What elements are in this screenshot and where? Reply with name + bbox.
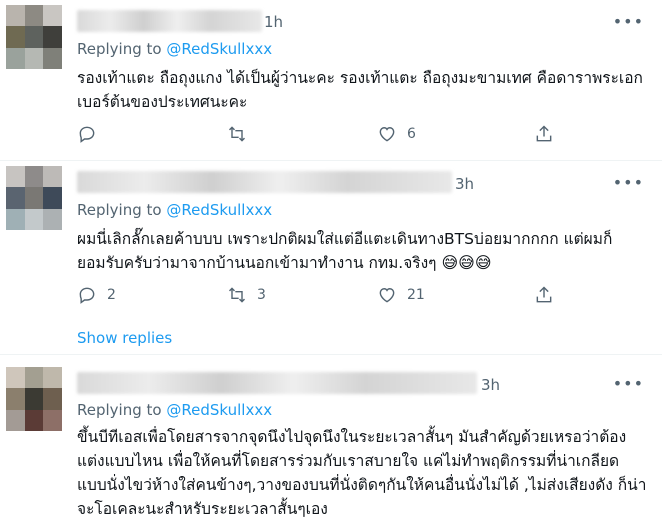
more-dots-icon[interactable]: ••• — [613, 173, 644, 192]
tweet-3[interactable]: 3h ••• Replying to @RedSkullxxx ขึ้นบีที… — [0, 355, 662, 520]
replying-to: Replying to @RedSkullxxx — [77, 201, 272, 219]
author-name-blurred[interactable] — [77, 372, 477, 394]
share-icon — [536, 125, 552, 142]
tweet-actions: 2 3 21 — [77, 285, 557, 307]
retweet-icon — [228, 126, 246, 142]
tweet-1[interactable]: 1h ••• Replying to @RedSkullxxx รองเท้าแ… — [0, 0, 662, 161]
reply-icon — [79, 287, 95, 304]
replying-prefix: Replying to — [77, 201, 162, 219]
share-button[interactable] — [534, 285, 554, 305]
sweat-smile-emoji: 😅😅😅 — [441, 253, 492, 272]
show-replies-link[interactable]: Show replies — [77, 329, 172, 347]
avatar[interactable] — [6, 367, 62, 431]
replying-handle-link[interactable]: @RedSkullxxx — [166, 201, 272, 219]
replying-handle-link[interactable]: @RedSkullxxx — [166, 40, 272, 58]
tweet-text: ผมนี่เลิกลั๊กเลยค้าบบบ เพราะปกติผมใส่แต่… — [77, 227, 647, 275]
reply-button[interactable]: 2 — [77, 285, 116, 305]
replying-to: Replying to @RedSkullxxx — [77, 40, 272, 58]
tweet-text-content: ผมนี่เลิกลั๊กเลยค้าบบบ เพราะปกติผมใส่แต่… — [77, 230, 613, 272]
more-dots-icon[interactable]: ••• — [613, 12, 644, 31]
tweet-text: รองเท้าแตะ ถือถุงแกง ได้เป็นผู้ว่านะคะ ร… — [77, 69, 643, 111]
heart-icon — [379, 288, 395, 303]
retweet-count: 3 — [257, 287, 266, 303]
tweet-text: ขึ้นบีทีเอสเพื่อโดยสารจากจุดนึงไปจุดนึงใ… — [77, 428, 647, 518]
author-name-blurred[interactable] — [77, 171, 452, 193]
like-count: 21 — [407, 287, 425, 303]
tweet-actions: 6 — [77, 124, 557, 146]
like-count: 6 — [407, 126, 416, 142]
avatar[interactable] — [6, 5, 62, 69]
tweet-2[interactable]: 3h ••• Replying to @RedSkullxxx ผมนี่เลิ… — [0, 161, 662, 355]
reply-count: 2 — [107, 287, 116, 303]
more-dots-icon[interactable]: ••• — [613, 374, 644, 393]
reply-icon — [79, 126, 95, 143]
reply-button[interactable] — [77, 124, 107, 144]
tweet-time[interactable]: 3h — [455, 175, 474, 193]
share-icon — [536, 286, 552, 303]
heart-icon — [379, 127, 395, 142]
replying-prefix: Replying to — [77, 40, 162, 58]
retweet-button[interactable]: 3 — [227, 285, 266, 305]
tweet-time[interactable]: 3h — [481, 376, 500, 394]
like-button[interactable]: 21 — [377, 285, 425, 305]
like-button[interactable]: 6 — [377, 124, 416, 144]
replying-prefix: Replying to — [77, 401, 162, 419]
avatar[interactable] — [6, 166, 62, 230]
retweet-icon — [228, 287, 246, 303]
share-button[interactable] — [534, 124, 554, 144]
replying-handle-link[interactable]: @RedSkullxxx — [166, 401, 272, 419]
retweet-button[interactable] — [227, 124, 257, 144]
tweet-time[interactable]: 1h — [264, 13, 283, 31]
author-name-blurred[interactable] — [77, 10, 262, 32]
replying-to: Replying to @RedSkullxxx — [77, 401, 272, 419]
